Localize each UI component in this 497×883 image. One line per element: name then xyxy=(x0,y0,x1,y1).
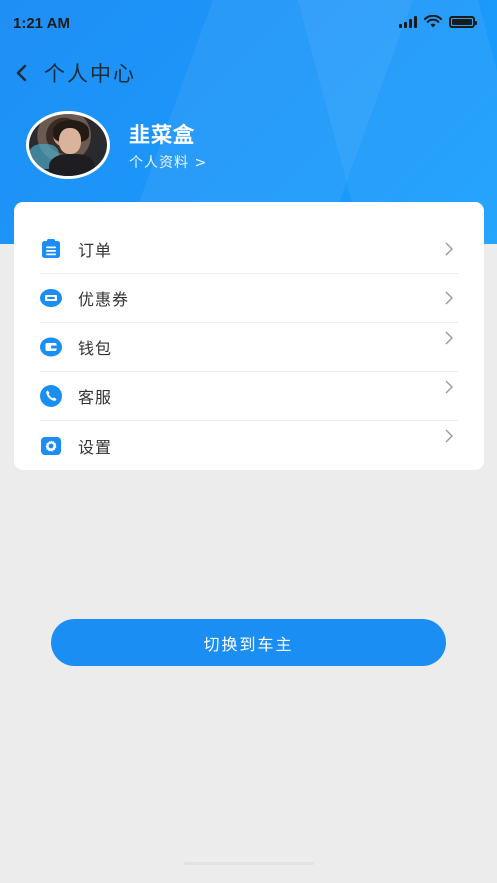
status-icons xyxy=(399,15,477,28)
menu-item-orders[interactable]: 订单 xyxy=(40,225,458,274)
switch-to-driver-button[interactable]: 切换到车主 xyxy=(51,619,446,666)
avatar[interactable] xyxy=(26,111,110,179)
clipboard-icon xyxy=(40,238,62,260)
status-time: 1:21 AM xyxy=(13,15,70,32)
wifi-icon xyxy=(424,15,442,28)
wallet-icon xyxy=(40,336,62,358)
nav-bar: 个人中心 xyxy=(0,52,497,94)
battery-icon xyxy=(449,15,477,28)
status-bar: 1:21 AM xyxy=(0,0,497,48)
menu-card: 订单 优惠券 钱包 客服 设置 xyxy=(14,202,484,470)
chevron-right-icon xyxy=(445,291,453,305)
phone-icon xyxy=(40,385,62,407)
back-arrow-icon[interactable] xyxy=(10,60,32,86)
profile-section: 韭菜盒 个人资料 > xyxy=(26,111,466,181)
menu-label-coupons: 优惠券 xyxy=(78,290,130,309)
menu-item-wallet[interactable]: 钱包 xyxy=(40,323,458,372)
menu-item-settings[interactable]: 设置 xyxy=(40,421,458,470)
menu-label-settings: 设置 xyxy=(78,437,113,457)
menu-label-orders: 订单 xyxy=(78,241,113,260)
gear-icon xyxy=(40,435,62,457)
user-name: 韭菜盒 xyxy=(129,123,195,147)
home-indicator xyxy=(184,862,314,865)
chevron-right-icon xyxy=(445,380,453,394)
chevron-right-icon xyxy=(445,242,453,256)
signal-icon xyxy=(399,15,417,28)
menu-item-coupons[interactable]: 优惠券 xyxy=(40,274,458,323)
ticket-icon xyxy=(40,287,62,309)
chevron-right-icon xyxy=(445,331,453,345)
menu-label-customer-service: 客服 xyxy=(78,388,113,407)
profile-link[interactable]: 个人资料 > xyxy=(129,152,207,172)
page-title: 个人中心 xyxy=(44,62,136,86)
chevron-right-icon xyxy=(445,429,453,443)
menu-item-customer-service[interactable]: 客服 xyxy=(40,372,458,421)
menu-label-wallet: 钱包 xyxy=(78,339,113,358)
